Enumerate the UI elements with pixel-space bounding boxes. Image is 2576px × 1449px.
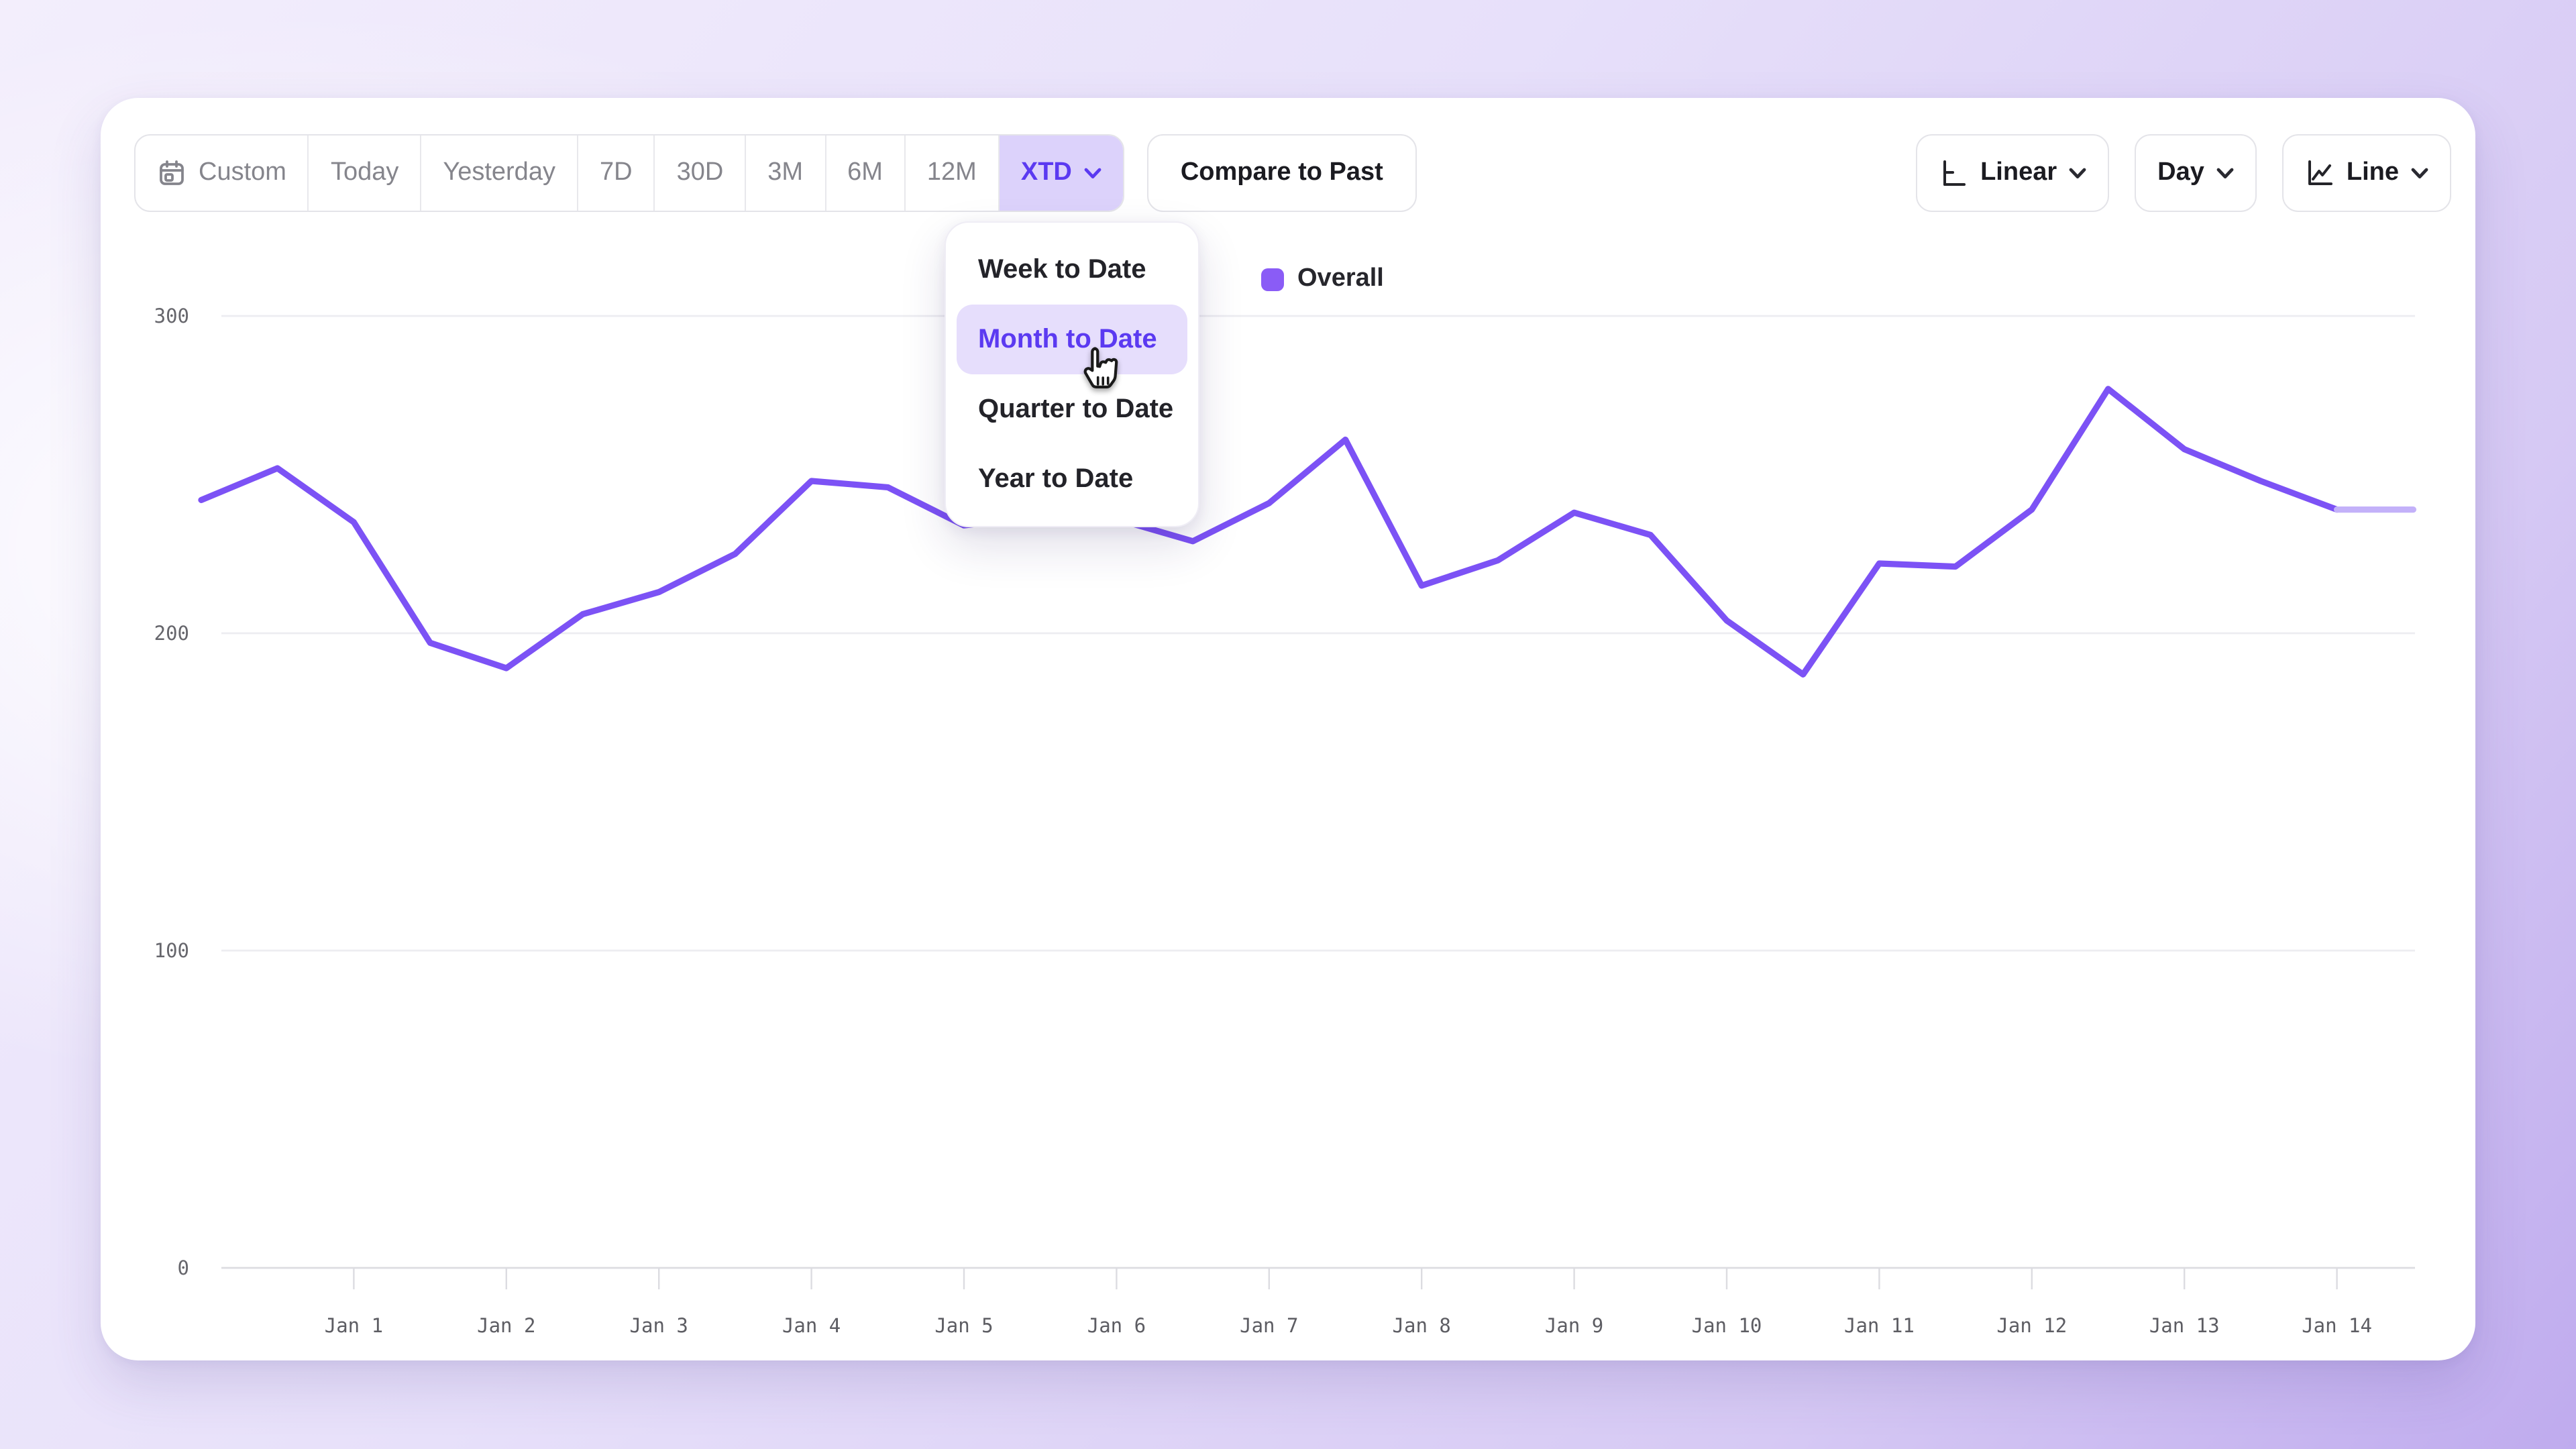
legend-swatch: [1261, 268, 1284, 290]
screen: 300 200 100 0 Jan 1 Jan 2 Jan 3 Jan 4 Jan 5 Jan 6…: [0, 0, 2576, 1449]
x-axis-label-Jan-6: Jan 6: [1087, 1314, 1146, 1337]
chart-card: 300 200 100 0 Jan 1 Jan 2 Jan 3 Jan 4 Jan 5 Jan 6…: [101, 98, 2475, 1360]
x-axis-label-Jan-7: Jan 7: [1240, 1314, 1298, 1337]
date-range-label: 12M: [927, 158, 977, 188]
chevron-down-icon: [1084, 167, 1102, 179]
x-axis-label-Jan-12: Jan 12: [1996, 1314, 2067, 1337]
legend-label: Overall: [1297, 264, 1384, 294]
date-range-label: Today: [331, 158, 398, 188]
page-background: 300 200 100 0 Jan 1 Jan 2 Jan 3 Jan 4 Jan 5 Jan 6…: [0, 0, 2576, 1449]
y-axis-label-0: 0: [178, 1256, 189, 1279]
x-axis-label-Jan-2: Jan 2: [477, 1314, 535, 1337]
x-axis-label-Jan-11: Jan 11: [1844, 1314, 1915, 1337]
date-range-dropdown: Week to DateMonth to DateQuarter to Date…: [945, 221, 1199, 527]
x-axis-label-Jan-5: Jan 5: [934, 1314, 993, 1337]
date-range-label: Custom: [199, 158, 286, 188]
scale-select-label: Linear: [1980, 158, 2057, 188]
date-range-label: Yesterday: [443, 158, 555, 188]
menu-item-quarter-to-date[interactable]: Quarter to Date: [946, 374, 1198, 444]
date-range-button-6m[interactable]: 6M: [824, 136, 904, 211]
date-range-button-7d[interactable]: 7D: [577, 136, 654, 211]
compare-to-past-button[interactable]: Compare to Past: [1147, 134, 1417, 212]
date-range-button-yesterday[interactable]: Yesterday: [420, 136, 577, 211]
date-range-label: 3M: [767, 158, 803, 188]
chevron-down-icon: [2216, 167, 2234, 179]
menu-item-month-to-date[interactable]: Month to Date: [957, 305, 1187, 374]
y-axis-label-200: 200: [154, 622, 189, 645]
x-axis-label-Jan-8: Jan 8: [1393, 1314, 1451, 1337]
menu-item-year-to-date[interactable]: Year to Date: [946, 444, 1198, 514]
date-range-button-xtd[interactable]: XTD: [998, 136, 1123, 211]
interval-select-label: Day: [2157, 158, 2204, 188]
date-range-label: 30D: [677, 158, 724, 188]
date-range-button-3m[interactable]: 3M: [745, 136, 824, 211]
chart-type-select[interactable]: Line: [2282, 134, 2451, 212]
chevron-down-icon: [2411, 167, 2428, 179]
toolbar-spacer: [1417, 134, 1916, 212]
toolbar: Custom Today Yesterday 7D 30D 3M 6M 12M XTD Comp…: [134, 134, 2451, 212]
compare-to-past-label: Compare to Past: [1181, 158, 1383, 188]
scale-select[interactable]: Linear: [1916, 134, 2109, 212]
menu-item-week-to-date[interactable]: Week to Date: [946, 235, 1198, 305]
chevron-down-icon: [2069, 167, 2086, 179]
y-axis-label-100: 100: [154, 939, 189, 962]
date-range-button-today[interactable]: Today: [308, 136, 420, 211]
date-range-button-30d[interactable]: 30D: [654, 136, 745, 211]
linear-scale-icon: [1939, 158, 1968, 188]
date-range-group: Custom Today Yesterday 7D 30D 3M 6M 12M XTD: [134, 134, 1124, 212]
calendar-icon: [157, 158, 186, 188]
interval-select[interactable]: Day: [2135, 134, 2257, 212]
x-axis-label-Jan-13: Jan 13: [2149, 1314, 2220, 1337]
x-axis-label-Jan-1: Jan 1: [325, 1314, 383, 1337]
y-axis-label-300: 300: [154, 305, 189, 327]
chart-type-select-label: Line: [2347, 158, 2399, 188]
date-range-button-custom[interactable]: Custom: [136, 136, 308, 211]
date-range-label: XTD: [1021, 158, 1072, 188]
x-axis-label-Jan-9: Jan 9: [1545, 1314, 1603, 1337]
mouse-cursor-pointer: [1076, 343, 1124, 397]
line-chart-icon: [2305, 158, 2334, 188]
x-axis-label-Jan-4: Jan 4: [782, 1314, 841, 1337]
x-axis-label-Jan-10: Jan 10: [1692, 1314, 1762, 1337]
chart-legend[interactable]: Overall: [1261, 264, 1384, 294]
date-range-label: 6M: [847, 158, 883, 188]
date-range-label: 7D: [600, 158, 633, 188]
series-line-overall: [201, 389, 2337, 675]
date-range-button-12m[interactable]: 12M: [904, 136, 998, 211]
x-axis-label-Jan-3: Jan 3: [630, 1314, 688, 1337]
x-axis-label-Jan-14: Jan 14: [2302, 1314, 2372, 1337]
